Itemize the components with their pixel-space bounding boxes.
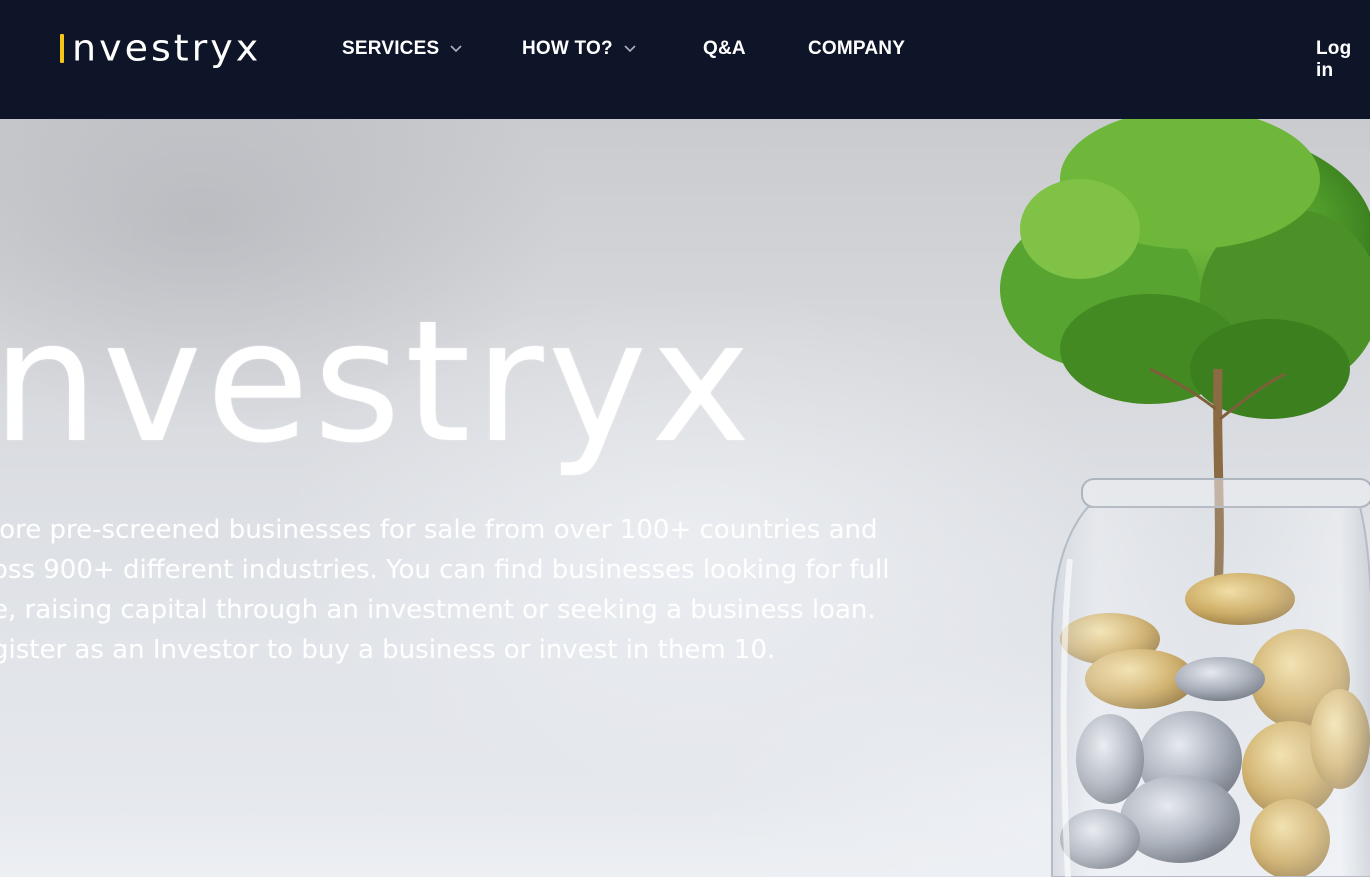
hero-title: nvestryx bbox=[0, 284, 755, 480]
hero-description-line: lore pre-screened businesses for sale fr… bbox=[0, 515, 878, 545]
hero-section: nvestryx lore pre-screened businesses fo… bbox=[0, 119, 1370, 877]
hero-description-line: oss 900+ different industries. You can f… bbox=[0, 555, 890, 585]
glass-jar bbox=[1051, 478, 1370, 877]
chevron-down-icon bbox=[624, 45, 636, 53]
nav-how-to-label: HOW TO? bbox=[522, 38, 613, 59]
chevron-down-icon bbox=[450, 45, 462, 53]
login-link[interactable]: Log in bbox=[1316, 38, 1370, 82]
nav-services[interactable]: SERVICES bbox=[342, 38, 463, 60]
hero-description: lore pre-screened businesses for sale fr… bbox=[0, 510, 952, 670]
nav-company[interactable]: COMPANY bbox=[808, 38, 905, 60]
login-label: Log in bbox=[1316, 38, 1352, 81]
tree-coin-jar-image bbox=[1000, 119, 1370, 877]
logo-link[interactable]: nvestryx bbox=[60, 26, 261, 70]
logo-accent-bar bbox=[60, 33, 64, 63]
nav-how-to[interactable]: HOW TO? bbox=[522, 38, 637, 60]
nav-qa[interactable]: Q&A bbox=[703, 38, 746, 60]
tree-foliage bbox=[1000, 119, 1370, 419]
nav-company-label: COMPANY bbox=[808, 38, 906, 59]
top-navbar: nvestryx SERVICES HOW TO? Q&A COMPANY Lo… bbox=[0, 0, 1370, 119]
nav-qa-label: Q&A bbox=[703, 38, 746, 59]
hero-description-line: gister as an Investor to buy a business … bbox=[0, 635, 776, 665]
hero-description-line: e, raising capital through an investment… bbox=[0, 595, 876, 625]
logo-text: nvestryx bbox=[72, 27, 262, 69]
nav-services-label: SERVICES bbox=[342, 38, 440, 59]
